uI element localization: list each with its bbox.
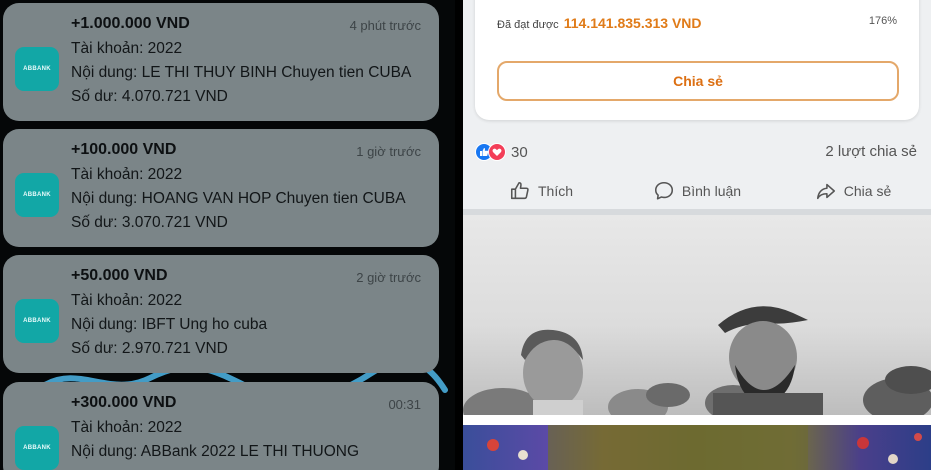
- crowd-photo-illustration: [487, 425, 922, 470]
- like-button[interactable]: Thích: [463, 175, 619, 207]
- comment-button[interactable]: Bình luận: [619, 175, 775, 207]
- abbank-app-icon: ABBANK: [15, 173, 59, 217]
- notification-account: Tài khoản: 2022: [71, 419, 183, 436]
- abbank-app-icon: ABBANK: [15, 47, 59, 91]
- notification-time: 4 phút trước: [349, 18, 421, 33]
- photo-gap: [463, 415, 931, 425]
- notification-amount: +100.000 VND: [71, 141, 177, 158]
- notification-time: 2 giờ trước: [356, 270, 421, 285]
- historical-photo-illustration: [463, 306, 931, 415]
- achieved-label: Đã đạt được: [497, 19, 559, 31]
- achieved-percent: 176%: [868, 15, 897, 27]
- notification-content: Nội dung: LE THI THUY BINH Chuyen tien C…: [71, 64, 412, 81]
- notification-content: Nội dung: ABBank 2022 LE THI THUONG: [71, 443, 360, 460]
- notification-card[interactable]: ABBANK +1.000.000 VND 4 phút trước Tài k…: [3, 3, 439, 121]
- comment-label: Bình luận: [681, 183, 742, 199]
- thumbs-up-icon: [510, 181, 529, 200]
- notification-card[interactable]: ABBANK +300.000 VND 00:31 Tài khoản: 202…: [3, 382, 439, 470]
- love-reaction-icon: [488, 143, 506, 161]
- abbank-app-icon: ABBANK: [15, 426, 59, 470]
- notification-account: Tài khoản: 2022: [71, 292, 183, 309]
- achieved-value: 114.141.835.313 VND: [563, 15, 702, 31]
- notification-card[interactable]: ABBANK +50.000 VND 2 giờ trước Tài khoản…: [3, 255, 439, 373]
- reaction-count: 30: [511, 143, 528, 161]
- abbank-app-icon: ABBANK: [15, 299, 59, 343]
- comment-bubble-icon: [654, 181, 673, 200]
- notification-time: 00:31: [388, 397, 421, 412]
- share-arrow-icon: [816, 183, 835, 200]
- share-count[interactable]: 2 lượt chia sẻ: [825, 143, 917, 160]
- reactions-summary[interactable]: 30: [475, 141, 528, 163]
- notification-balance: Số dư: 4.070.721 VND: [71, 88, 228, 105]
- notification-time: 1 giờ trước: [356, 144, 421, 159]
- notification-content: Nội dung: HOANG VAN HOP Chuyen tien CUBA: [71, 190, 406, 207]
- post-photo[interactable]: [463, 215, 931, 415]
- notifications-panel: ABBANK +1.000.000 VND 4 phút trước Tài k…: [0, 0, 455, 470]
- notification-balance: Số dư: 2.970.721 VND: [71, 340, 228, 357]
- fundraiser-card: Đã đạt được 114.141.835.313 VND 176% Chi…: [475, 0, 919, 120]
- notification-account: Tài khoản: 2022: [71, 40, 183, 57]
- notification-amount: +300.000 VND: [71, 394, 177, 411]
- facebook-post-panel: Đã đạt được 114.141.835.313 VND 176% Chi…: [463, 0, 931, 470]
- like-label: Thích: [537, 183, 573, 199]
- share-fundraiser-button[interactable]: Chia sẻ: [497, 61, 899, 101]
- achieved-amount: Đã đạt được 114.141.835.313 VND: [497, 15, 702, 31]
- share-button[interactable]: Chia sẻ: [775, 175, 931, 207]
- notification-amount: +1.000.000 VND: [71, 15, 190, 32]
- notification-account: Tài khoản: 2022: [71, 166, 183, 183]
- notification-amount: +50.000 VND: [71, 267, 168, 284]
- post-photo-2[interactable]: [463, 425, 931, 470]
- notification-balance: Số dư: 3.070.721 VND: [71, 214, 228, 231]
- notification-content: Nội dung: IBFT Ung ho cuba: [71, 316, 268, 333]
- share-label: Chia sẻ: [843, 183, 892, 199]
- notification-card[interactable]: ABBANK +100.000 VND 1 giờ trước Tài khoả…: [3, 129, 439, 247]
- post-actions-bar: Thích Bình luận Chia sẻ: [463, 175, 931, 207]
